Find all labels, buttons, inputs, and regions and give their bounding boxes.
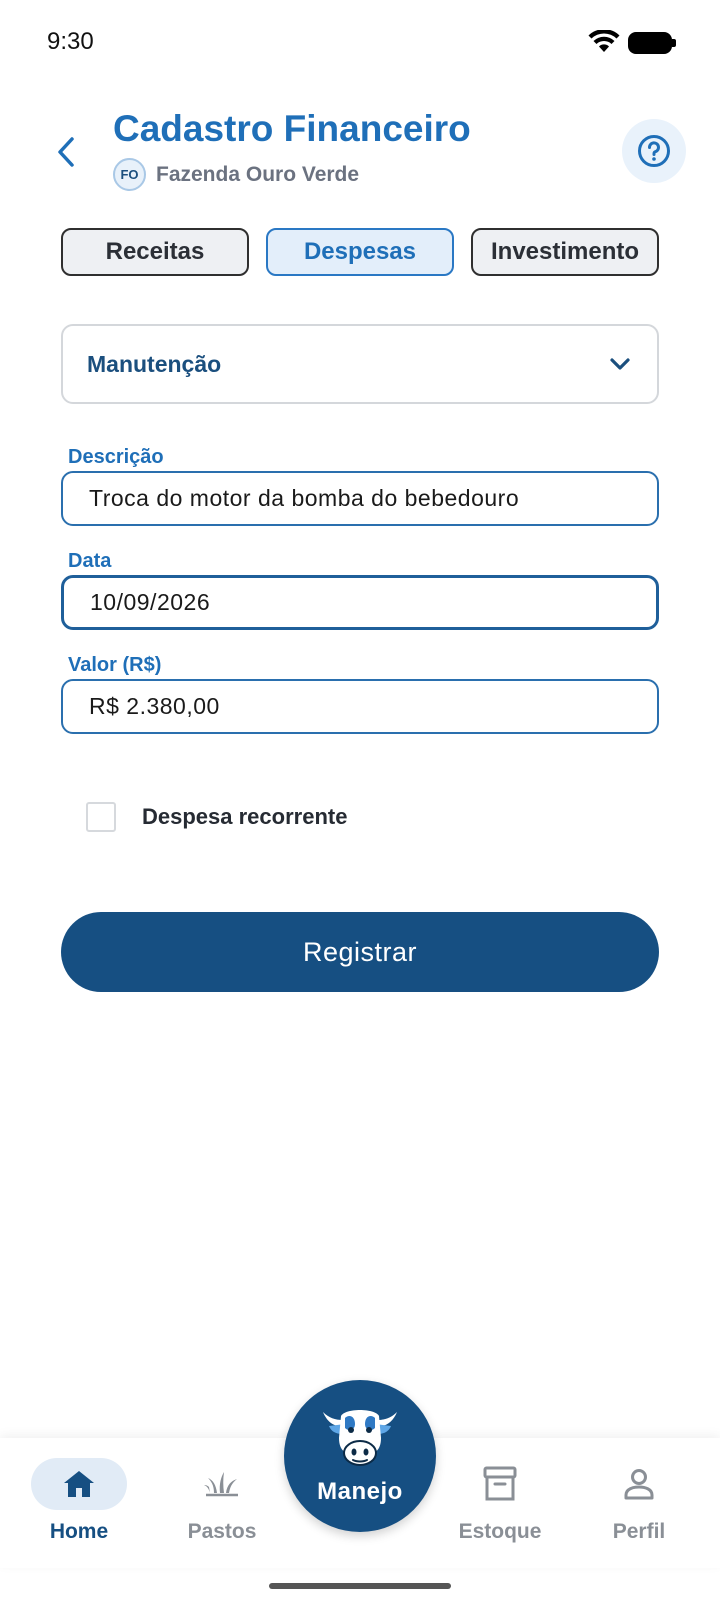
tab-investimento[interactable]: Investimento	[471, 228, 659, 276]
category-select[interactable]: Manutenção	[61, 324, 659, 404]
status-time: 9:30	[47, 28, 94, 55]
manejo-fab[interactable]: Manejo	[284, 1380, 436, 1532]
farm-name: Fazenda Ouro Verde	[156, 162, 360, 186]
tab-despesas[interactable]: Despesas	[266, 228, 454, 276]
description-label: Descrição	[68, 446, 164, 468]
nav-pastos[interactable]: Pastos	[162, 1458, 282, 1544]
page-title: Cadastro Financeiro	[113, 108, 471, 149]
nav-estoque-label: Estoque	[458, 1520, 542, 1543]
nav-perfil[interactable]: Perfil	[579, 1458, 699, 1544]
cow-icon	[323, 1410, 397, 1466]
nav-estoque[interactable]: Estoque	[440, 1458, 560, 1544]
nav-home-label: Home	[49, 1520, 109, 1543]
date-label: Data	[68, 550, 112, 572]
nav-perfil-label: Perfil	[612, 1520, 666, 1543]
nav-home[interactable]: Home	[19, 1458, 139, 1544]
recurring-label: Despesa recorrente	[142, 804, 348, 829]
recurring-checkbox[interactable]	[86, 802, 116, 832]
status-bar: 9:30	[0, 0, 720, 88]
battery-icon	[628, 32, 676, 54]
nav-pastos-label: Pastos	[187, 1520, 257, 1543]
finance-type-tabs: Receitas Despesas Investimento	[61, 228, 659, 276]
description-field[interactable]	[61, 471, 659, 526]
date-field[interactable]	[61, 575, 659, 630]
back-button[interactable]	[46, 128, 86, 176]
manejo-label: Manejo	[317, 1478, 403, 1505]
register-button[interactable]: Registrar	[61, 912, 659, 992]
amount-field[interactable]	[61, 679, 659, 734]
farm-avatar: FO	[113, 158, 146, 191]
recurring-row[interactable]: Despesa recorrente	[86, 802, 347, 832]
wifi-icon	[588, 30, 620, 52]
person-icon	[624, 1469, 654, 1500]
help-circle-icon	[638, 135, 670, 167]
help-button[interactable]	[622, 119, 686, 183]
archive-box-icon	[483, 1466, 517, 1501]
chevron-down-icon	[610, 358, 630, 370]
category-value: Manutenção	[87, 350, 222, 377]
farm-selector[interactable]: FO Fazenda Ouro Verde	[113, 158, 359, 191]
grass-icon	[204, 1472, 238, 1497]
chevron-left-icon	[58, 137, 74, 167]
home-indicator	[269, 1583, 451, 1589]
nav-home-pill	[31, 1458, 127, 1510]
tab-receitas[interactable]: Receitas	[61, 228, 249, 276]
home-icon	[64, 1471, 94, 1497]
amount-label: Valor (R$)	[68, 654, 162, 676]
